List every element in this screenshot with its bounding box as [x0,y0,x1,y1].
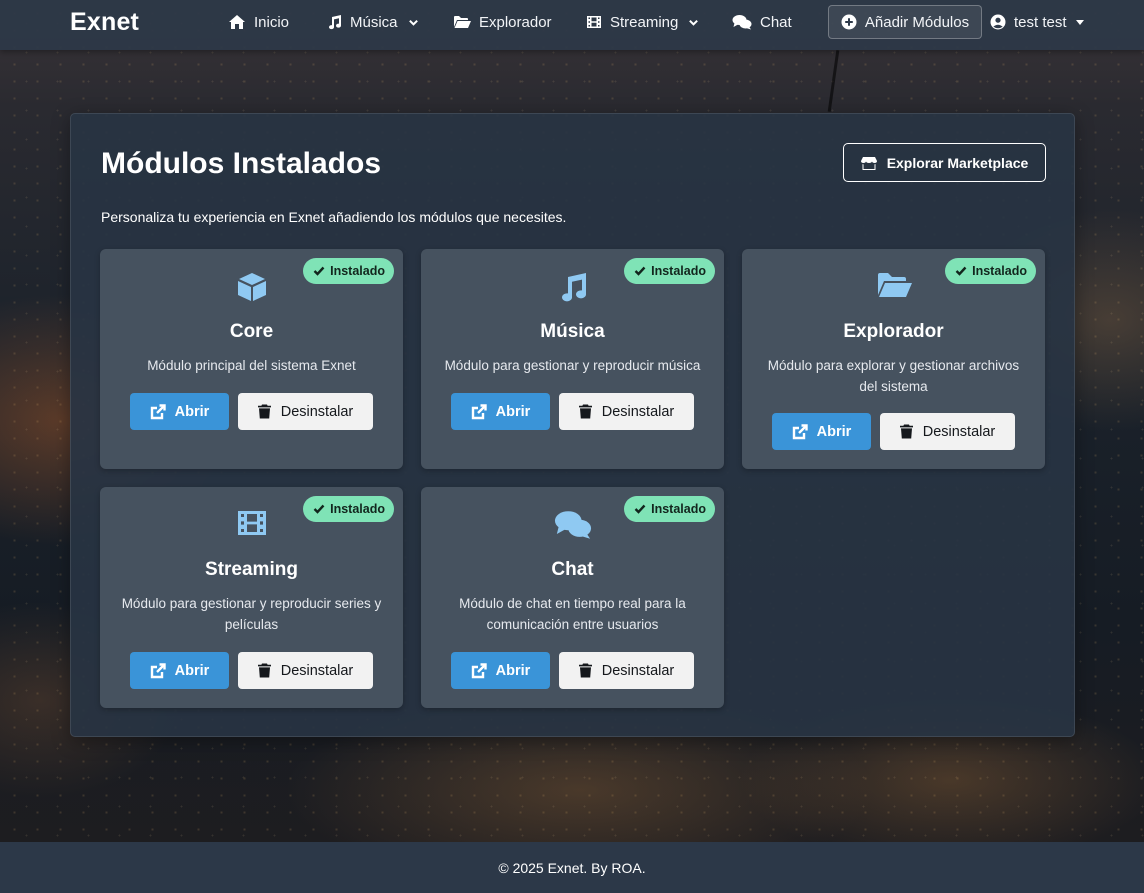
module-card-chat: Instalado Chat Módulo de chat en tiempo … [421,487,724,708]
open-explorador-button[interactable]: Abrir [772,413,871,450]
module-icon-wrap [100,271,403,303]
module-icon-wrap [421,509,724,540]
uninstall-musica-button[interactable]: Desinstalar [559,393,694,430]
external-link-icon [150,403,166,419]
chevron-down-icon [408,19,418,26]
folder-open-icon [877,273,912,297]
film-icon [587,16,601,28]
comments-icon [732,15,752,30]
home-icon [229,15,245,29]
film-icon [237,511,266,535]
module-description: Módulo de chat en tiempo real para la co… [459,596,686,632]
trash-icon [578,663,592,678]
module-title: Streaming [205,559,298,580]
plus-circle-icon [841,14,857,30]
caret-down-icon [1075,19,1084,25]
store-icon [860,156,877,170]
open-core-button[interactable]: Abrir [130,393,229,430]
nav-label: Explorador [479,13,552,31]
page-title: Módulos Instalados [101,147,382,180]
external-link-icon [471,403,487,419]
trash-icon [578,404,592,419]
module-icon-wrap [100,509,403,537]
module-description: Módulo para gestionar y reproducir músic… [444,358,701,373]
brand-logo[interactable]: Exnet [70,8,139,37]
navbar: Exnet Inicio Música Explorador Streaming… [0,0,1144,50]
nav-item-inicio[interactable]: Inicio [228,0,289,44]
music-icon [561,273,586,302]
module-title: Chat [551,559,594,580]
user-label: test test [1014,13,1067,31]
trash-icon [257,404,271,419]
user-circle-icon [990,14,1006,30]
page-description: Personaliza tu experiencia en Exnet añad… [101,209,567,225]
module-card-explorador: Instalado Explorador Módulo para explora… [742,249,1045,469]
explore-marketplace-button[interactable]: Explorar Marketplace [843,143,1046,182]
module-description: Módulo principal del sistema Exnet [147,358,356,373]
external-link-icon [150,662,166,678]
marketplace-label: Explorar Marketplace [886,154,1029,171]
module-title: Core [229,321,274,342]
folder-open-icon [454,16,471,28]
add-modules-label: Añadir Módulos [864,13,970,31]
nav-label: Inicio [254,13,290,31]
nav-label: Chat [760,13,792,31]
module-title: Música [540,321,605,342]
external-link-icon [471,662,487,678]
module-icon-wrap [742,271,1045,299]
uninstall-chat-button[interactable]: Desinstalar [559,652,694,689]
nav-label: Música [350,13,398,31]
comments-icon [554,511,591,539]
nav-item-explorador[interactable]: Explorador [453,0,552,44]
trash-icon [257,663,271,678]
cube-icon [237,273,266,301]
uninstall-explorador-button[interactable]: Desinstalar [880,413,1015,450]
footer: © 2025 Exnet. By ROA. [0,842,1144,893]
module-description: Módulo para gestionar y reproducir serie… [121,596,382,632]
open-chat-button[interactable]: Abrir [451,652,550,689]
nav-label: Streaming [610,13,679,31]
uninstall-core-button[interactable]: Desinstalar [238,393,373,430]
open-streaming-button[interactable]: Abrir [130,652,229,689]
nav-item-musica[interactable]: Música [327,0,419,44]
module-title: Explorador [843,321,944,342]
open-musica-button[interactable]: Abrir [451,393,550,430]
trash-icon [899,424,913,439]
modules-panel: Módulos Instalados Explorar Marketplace … [70,113,1075,737]
footer-text: © 2025 Exnet. By ROA. [498,859,646,876]
external-link-icon [792,423,808,439]
chevron-down-icon [689,19,699,26]
uninstall-streaming-button[interactable]: Desinstalar [238,652,373,689]
user-menu[interactable]: test test [990,0,1084,44]
module-card-core: Instalado Core Módulo principal del sist… [100,249,403,469]
module-card-musica: Instalado Música Módulo para gestionar y… [421,249,724,469]
music-icon [329,15,342,30]
module-icon-wrap [421,271,724,303]
nav-item-streaming[interactable]: Streaming [586,0,699,44]
add-modules-button[interactable]: Añadir Módulos [828,5,982,39]
module-card-streaming: Instalado Streaming Módulo para gestiona… [100,487,403,708]
nav-item-chat[interactable]: Chat [732,0,792,44]
module-description: Módulo para explorar y gestionar archivo… [767,358,1020,394]
